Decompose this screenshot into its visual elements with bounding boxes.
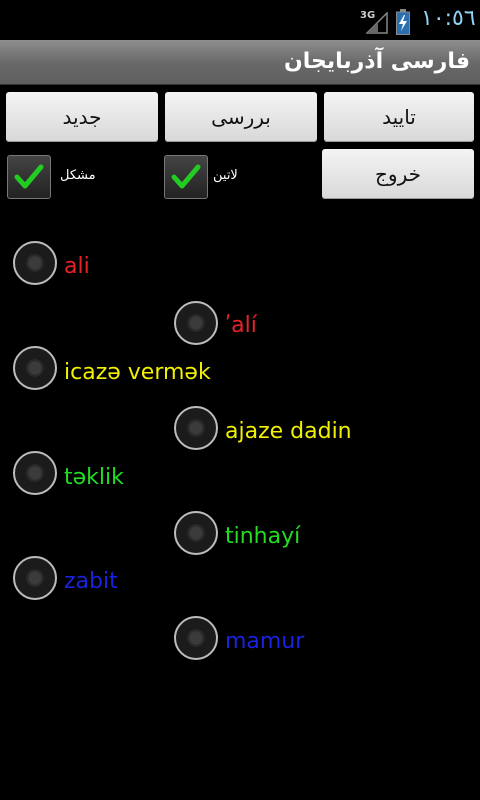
battery-charging-icon	[396, 9, 410, 35]
check-button[interactable]: بررسی	[165, 92, 317, 142]
latin-checkbox-label: لاتین	[213, 168, 238, 183]
hard-checkbox-label: مشکل	[60, 168, 96, 183]
option-text-5: təklik	[64, 465, 124, 490]
confirm-button[interactable]: تایید	[324, 92, 474, 142]
option-text-2: ʹalí	[225, 313, 257, 338]
option-radio-7[interactable]	[13, 556, 57, 600]
checkmark-icon	[14, 164, 44, 189]
option-text-1: ali	[64, 254, 90, 279]
latin-checkbox[interactable]	[164, 155, 208, 199]
hard-checkbox[interactable]	[7, 155, 51, 199]
option-radio-3[interactable]	[13, 346, 57, 390]
option-text-6: tinhayí	[225, 524, 301, 549]
app-title: فارسی آذربایجان	[283, 49, 470, 74]
option-radio-6[interactable]	[174, 511, 218, 555]
signal-icon	[366, 12, 388, 34]
option-text-8: mamur	[225, 629, 305, 654]
new-button[interactable]: جدید	[6, 92, 158, 142]
exit-button[interactable]: خروج	[322, 149, 474, 199]
title-bar: فارسی آذربایجان	[0, 40, 480, 85]
option-radio-2[interactable]	[174, 301, 218, 345]
option-radio-1[interactable]	[13, 241, 57, 285]
option-text-4: ajaze dadin	[225, 419, 352, 444]
clock: ١٠:٥٦	[421, 6, 476, 31]
option-radio-4[interactable]	[174, 406, 218, 450]
option-radio-8[interactable]	[174, 616, 218, 660]
option-text-3: icazə vermək	[64, 360, 211, 385]
option-text-7: zabit	[64, 569, 118, 594]
option-radio-5[interactable]	[13, 451, 57, 495]
checkmark-icon	[171, 164, 201, 189]
status-bar: 3G ١٠:٥٦	[0, 0, 480, 40]
